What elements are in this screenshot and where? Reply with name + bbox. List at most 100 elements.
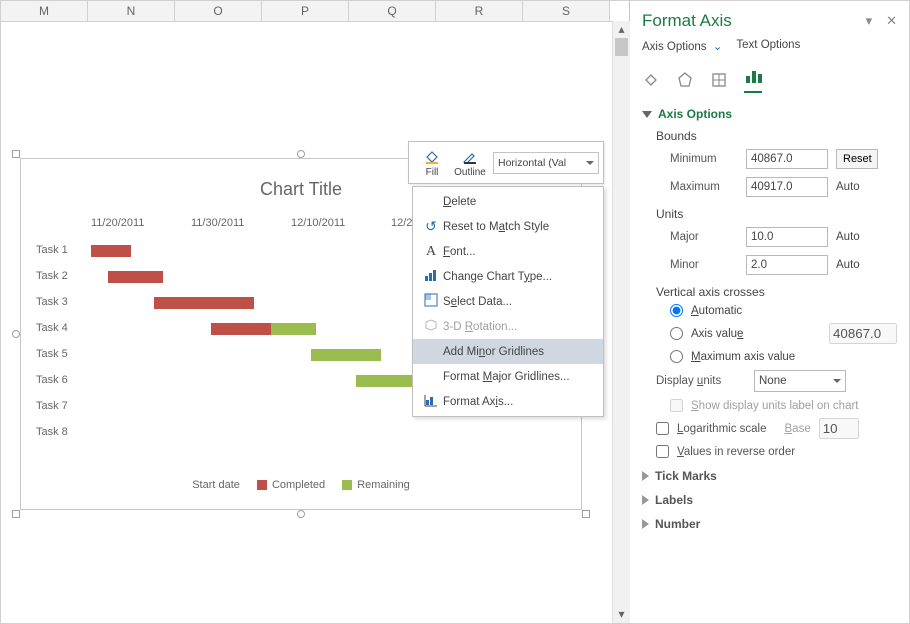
pane-options-icon[interactable]: ▾: [866, 13, 873, 29]
chevron-right-icon: [642, 471, 649, 481]
reset-button[interactable]: Reset: [836, 149, 878, 169]
bar-completed[interactable]: [91, 245, 131, 257]
size-properties-icon[interactable]: [710, 71, 728, 89]
menu-format-major-gridlines[interactable]: Format Major Gridlines...: [413, 364, 603, 389]
section-axis-options[interactable]: Axis Options: [642, 99, 897, 123]
x-tick-label: 12/10/2011: [291, 217, 391, 235]
bar-completed[interactable]: [108, 271, 163, 283]
bar-completed[interactable]: [154, 297, 254, 309]
input-crosses-value: [829, 323, 897, 344]
scroll-up-icon[interactable]: ▴: [613, 21, 630, 38]
resize-handle[interactable]: [582, 510, 590, 518]
input-maximum[interactable]: [746, 177, 828, 197]
label-maximum: Maximum: [670, 181, 738, 193]
col-P[interactable]: P: [262, 1, 349, 21]
reset-icon: ↺: [419, 218, 443, 235]
menu-3d-rotation: 3-D Rotation...: [413, 314, 603, 339]
paint-bucket-icon: [413, 148, 451, 166]
label-minimum: Minimum: [670, 153, 738, 165]
worksheet-area: M N O P Q R S ▴ ▾: [1, 1, 629, 623]
menu-select-data[interactable]: Select Data...: [413, 289, 603, 314]
legend-remaining: Remaining: [357, 479, 410, 491]
bar-remaining[interactable]: [311, 349, 381, 361]
tab-text-options[interactable]: Text Options: [736, 39, 800, 57]
outline-label: Outline: [454, 167, 486, 178]
label-base: Base: [785, 423, 811, 435]
menu-delete[interactable]: Delete: [413, 189, 603, 214]
radio-crosses-maximum[interactable]: [670, 350, 683, 363]
y-category: Task 4: [36, 322, 81, 334]
auto-label: Auto: [836, 231, 870, 243]
pane-title: Format Axis: [642, 11, 852, 31]
col-S[interactable]: S: [523, 1, 610, 21]
format-axis-pane: Format Axis ▾ ✕ Axis Options ⌄ Text Opti…: [629, 1, 909, 623]
font-icon: A: [419, 244, 443, 260]
resize-handle[interactable]: [12, 510, 20, 518]
chk-values-reverse[interactable]: [656, 445, 669, 458]
section-tick-marks[interactable]: Tick Marks: [642, 461, 897, 485]
subhead-axis-crosses: Vertical axis crosses: [642, 279, 897, 301]
section-number[interactable]: Number: [642, 509, 897, 533]
chk-log-scale[interactable]: [656, 422, 669, 435]
subhead-units: Units: [642, 201, 897, 223]
y-category: Task 5: [36, 348, 81, 360]
effects-icon[interactable]: [676, 71, 694, 89]
chevron-down-icon: ⌄: [710, 41, 723, 53]
section-labels[interactable]: Labels: [642, 485, 897, 509]
label-minor-unit: Minor: [670, 259, 738, 271]
bar-completed[interactable]: [211, 323, 271, 335]
chk-show-units-label: [670, 399, 683, 412]
y-category: Task 3: [36, 296, 81, 308]
legend-completed: Completed: [272, 479, 325, 491]
subhead-bounds: Bounds: [642, 123, 897, 145]
scroll-down-icon[interactable]: ▾: [613, 606, 630, 623]
outline-button[interactable]: Outline: [451, 148, 489, 178]
radio-crosses-automatic[interactable]: [670, 304, 683, 317]
bar-remaining[interactable]: [356, 375, 416, 387]
col-M[interactable]: M: [1, 1, 88, 21]
scroll-thumb[interactable]: [615, 38, 628, 56]
bar-remaining[interactable]: [271, 323, 316, 335]
radio-crosses-axis-value[interactable]: [670, 327, 683, 340]
label-major-unit: Major: [670, 231, 738, 243]
tab-axis-options[interactable]: Axis Options ⌄: [642, 39, 722, 57]
column-headers: M N O P Q R S: [1, 1, 629, 22]
select-data-icon: [419, 293, 443, 310]
col-N[interactable]: N: [88, 1, 175, 21]
format-axis-icon: [419, 393, 443, 410]
resize-handle[interactable]: [297, 150, 305, 158]
y-category: Task 7: [36, 400, 81, 412]
chart-element-dropdown[interactable]: Horizontal (Val: [493, 152, 599, 174]
menu-reset-style[interactable]: ↺Reset to Match Style: [413, 214, 603, 239]
resize-handle[interactable]: [12, 150, 20, 158]
axis-options-icon[interactable]: [744, 67, 762, 93]
y-category: Task 8: [36, 426, 81, 438]
menu-font[interactable]: AFont...: [413, 239, 603, 264]
close-icon[interactable]: ✕: [886, 13, 897, 29]
pen-icon: [451, 148, 489, 166]
x-tick-label: 11/20/2011: [91, 217, 191, 235]
col-Q[interactable]: Q: [349, 1, 436, 21]
menu-format-axis[interactable]: Format Axis...: [413, 389, 603, 414]
resize-handle[interactable]: [297, 510, 305, 518]
chevron-down-icon: [642, 111, 652, 118]
input-minimum[interactable]: [746, 149, 828, 169]
label-display-units: Display units: [656, 375, 746, 387]
fill-line-icon[interactable]: [642, 71, 660, 89]
chart-legend[interactable]: Start date Completed Remaining: [21, 479, 581, 491]
col-O[interactable]: O: [175, 1, 262, 21]
input-minor-unit[interactable]: [746, 255, 828, 275]
chevron-right-icon: [642, 495, 649, 505]
dropdown-display-units[interactable]: None: [754, 370, 846, 392]
chevron-right-icon: [642, 519, 649, 529]
resize-handle[interactable]: [12, 330, 20, 338]
legend-swatch-remaining: [342, 480, 352, 490]
menu-change-chart-type[interactable]: Change Chart Type...: [413, 264, 603, 289]
col-R[interactable]: R: [436, 1, 523, 21]
y-category: Task 1: [36, 244, 81, 256]
input-major-unit[interactable]: [746, 227, 828, 247]
menu-add-minor-gridlines[interactable]: Add Minor Gridlines: [413, 339, 603, 364]
scrollbar-vertical[interactable]: ▴ ▾: [612, 21, 630, 623]
fill-button[interactable]: Fill: [413, 148, 451, 178]
tab-axis-label: Axis Options: [642, 41, 707, 53]
